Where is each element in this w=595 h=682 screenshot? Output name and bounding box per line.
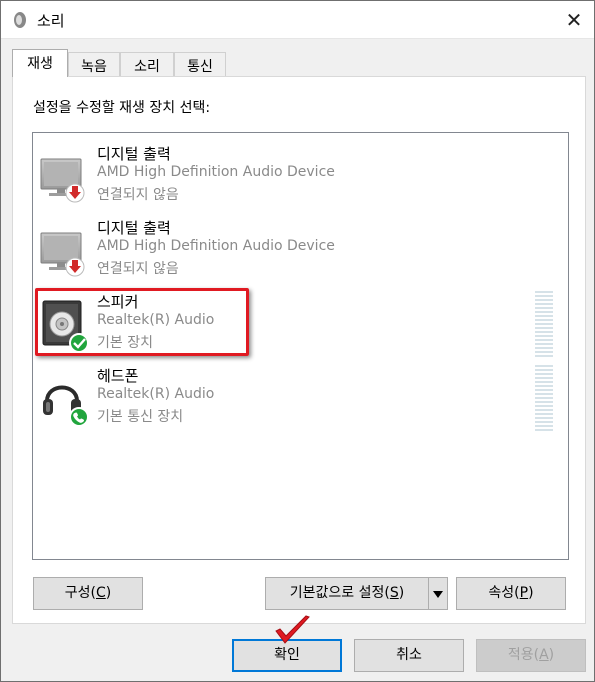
device-select-prompt: 설정을 수정할 재생 장치 선택:: [33, 100, 211, 116]
speaker-app-icon: [14, 12, 26, 28]
tab-sounds[interactable]: 소리: [120, 52, 174, 76]
device-name: 헤드폰: [97, 367, 139, 385]
tab-recording[interactable]: 녹음: [68, 52, 120, 76]
device-status: 연결되지 않음: [97, 261, 179, 277]
device-driver: AMD High Definition Audio Device: [97, 238, 335, 254]
device-driver: Realtek(R) Audio: [97, 386, 215, 402]
volume-level-meter: [535, 365, 553, 431]
volume-level-meter: [535, 291, 553, 357]
device-item-digital-output-1[interactable]: 디지털 출력 AMD High Definition Audio Device …: [33, 143, 568, 215]
properties-button[interactable]: 속성(P): [456, 577, 566, 610]
apply-button[interactable]: 적용(A): [476, 639, 586, 672]
device-list[interactable]: 디지털 출력 AMD High Definition Audio Device …: [32, 132, 569, 560]
chevron-down-icon[interactable]: [428, 577, 448, 610]
device-item-digital-output-2[interactable]: 디지털 출력 AMD High Definition Audio Device …: [33, 217, 568, 289]
device-driver: AMD High Definition Audio Device: [97, 164, 335, 180]
headphones-communication-icon: [43, 385, 89, 427]
cancel-button[interactable]: 취소: [354, 639, 464, 672]
set-default-button[interactable]: 기본값으로 설정(S): [265, 577, 429, 610]
monitor-disconnected-icon: [40, 232, 85, 277]
sound-dialog: 소리 ✕ 재생 녹음 소리 통신 설정을 수정할 재생 장치 선택: 디지털 출…: [0, 0, 595, 682]
device-name: 디지털 출력: [97, 145, 171, 163]
device-status: 연결되지 않음: [97, 187, 179, 203]
selection-highlight-annotation: [35, 288, 249, 356]
device-status: 기본 통신 장치: [97, 409, 184, 425]
device-name: 디지털 출력: [97, 219, 171, 237]
window-title: 소리: [37, 12, 65, 30]
title-bar: 소리 ✕: [1, 1, 594, 39]
checkmark-annotation-icon: [275, 615, 310, 644]
tab-playback[interactable]: 재생: [12, 49, 68, 77]
configure-button[interactable]: 구성(C): [33, 577, 143, 610]
playback-panel: 설정을 수정할 재생 장치 선택: 디지털 출력 AMD High Defini…: [12, 76, 586, 624]
close-icon[interactable]: ✕: [561, 7, 587, 33]
monitor-disconnected-icon: [40, 158, 85, 203]
device-item-headphones[interactable]: 헤드폰 Realtek(R) Audio 기본 통신 장치: [33, 365, 568, 437]
tab-communications[interactable]: 통신: [174, 52, 226, 76]
